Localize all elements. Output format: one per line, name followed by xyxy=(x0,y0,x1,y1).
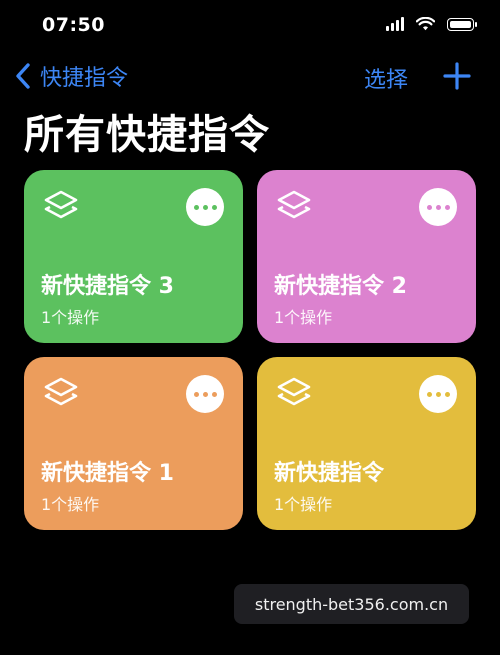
chevron-left-icon xyxy=(16,63,30,89)
more-dot xyxy=(426,204,432,210)
more-dot xyxy=(211,391,217,397)
add-icon[interactable] xyxy=(442,61,472,91)
more-dot xyxy=(444,204,450,210)
status-time: 07:50 xyxy=(42,14,105,36)
status-icons xyxy=(386,17,477,31)
shortcut-title: 新快捷指令 2 xyxy=(274,274,407,299)
more-options-button[interactable] xyxy=(419,375,457,413)
more-options-button[interactable] xyxy=(186,188,224,226)
shortcut-action-count: 1个操作 xyxy=(274,495,333,514)
shortcut-action-count: 1个操作 xyxy=(41,308,100,327)
shortcut-action-count: 1个操作 xyxy=(41,495,100,514)
layers-icon xyxy=(277,377,311,406)
more-dot xyxy=(435,391,441,397)
shortcut-card[interactable]: 新快捷指令 3 1个操作 xyxy=(24,170,243,343)
navigation-bar: 快捷指令 选择 xyxy=(0,58,500,98)
battery-icon xyxy=(447,17,477,31)
cellular-signal-icon xyxy=(386,17,404,31)
layers-icon xyxy=(277,190,311,219)
shortcut-card[interactable]: 新快捷指令 2 1个操作 xyxy=(257,170,476,343)
watermark: strength-bet356.com.cn xyxy=(234,584,469,624)
shortcut-card[interactable]: 新快捷指令 1 1个操作 xyxy=(24,357,243,530)
more-dot xyxy=(444,391,450,397)
status-bar: 07:50 xyxy=(0,0,500,52)
shortcut-title: 新快捷指令 3 xyxy=(41,274,174,299)
more-options-button[interactable] xyxy=(186,375,224,413)
more-dot xyxy=(193,391,199,397)
more-options-button[interactable] xyxy=(419,188,457,226)
shortcut-title: 新快捷指令 xyxy=(274,461,385,486)
shortcut-card[interactable]: 新快捷指令 1个操作 xyxy=(257,357,476,530)
back-button[interactable]: 快捷指令 xyxy=(14,60,128,92)
more-dot xyxy=(435,204,441,210)
screen: 07:50 快捷指令 选择 所有快捷指令 新快捷指令 3 1个操作 新快捷指令 … xyxy=(0,0,500,655)
layers-icon xyxy=(44,190,78,219)
page-title: 所有快捷指令 xyxy=(24,112,270,158)
more-dot xyxy=(202,204,208,210)
more-dot xyxy=(193,204,199,210)
more-dot xyxy=(211,204,217,210)
more-dot xyxy=(426,391,432,397)
layers-icon xyxy=(44,377,78,406)
back-button-label: 快捷指令 xyxy=(40,66,129,91)
shortcut-action-count: 1个操作 xyxy=(274,308,333,327)
wifi-icon xyxy=(416,17,435,31)
more-dot xyxy=(202,391,208,397)
shortcut-title: 新快捷指令 1 xyxy=(41,461,174,486)
select-button[interactable]: 选择 xyxy=(364,62,408,94)
